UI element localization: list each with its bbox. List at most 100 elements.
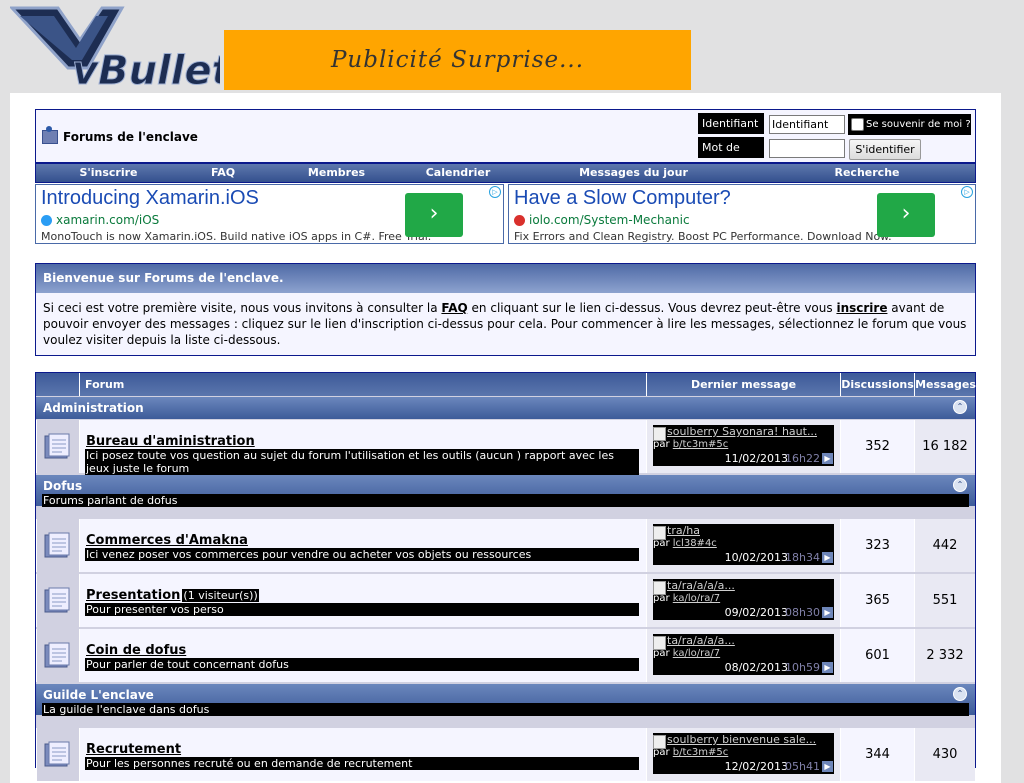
last-post-cell: soulberry Sayonara! haut... par b/tc3m#5c… bbox=[646, 420, 840, 473]
last-post-box: ta/ra/a/a/a... par ka/lo/ra/7 09/02/2013 08… bbox=[653, 579, 834, 620]
forum-name-link[interactable]: Commerces d'Amakna bbox=[86, 533, 248, 548]
collapse-icon[interactable]: ⌃ bbox=[953, 687, 967, 701]
ad-url-text: xamarin.com/iOS bbox=[56, 213, 160, 227]
register-link[interactable]: inscrire bbox=[836, 301, 887, 315]
forum-info-cell: Coin de dofus Pour parler de tout concern… bbox=[79, 629, 646, 682]
category-description: Forums parlant de dofus bbox=[42, 494, 969, 507]
forum-name-link[interactable]: Presentation bbox=[86, 588, 180, 603]
last-post-title[interactable]: ta/ra/a/a/a... bbox=[667, 579, 817, 592]
username-input[interactable] bbox=[769, 115, 845, 134]
nav-search[interactable]: Recherche bbox=[759, 164, 975, 182]
welcome-heading: Bienvenue sur Forums de l'enclave. bbox=[36, 264, 975, 293]
thread-count: 352 bbox=[840, 420, 914, 473]
last-post-author-line: par lcl38#4c bbox=[653, 538, 717, 549]
forum-status-cell bbox=[36, 519, 79, 572]
ad-go-button[interactable]: › bbox=[405, 193, 463, 237]
adchoices-icon[interactable]: ▷ bbox=[961, 186, 973, 198]
remember-me-checkbox[interactable] bbox=[851, 118, 864, 131]
post-count: 551 bbox=[914, 574, 975, 627]
forum-info-cell: Presentation (1 visiteur(s)) Pour presente… bbox=[79, 574, 646, 627]
last-post-user[interactable]: ka/lo/ra/7 bbox=[673, 593, 720, 604]
collapse-icon[interactable]: ⌃ bbox=[953, 400, 967, 414]
forum-info-cell: Commerces d'Amakna Ici venez poser vos co… bbox=[79, 519, 646, 572]
adchoices-icon[interactable]: ▷ bbox=[489, 186, 501, 198]
category-description: La guilde l'enclave dans dofus bbox=[42, 703, 969, 716]
ad-go-button[interactable]: › bbox=[877, 193, 935, 237]
go-to-last-post-icon[interactable]: ▶ bbox=[822, 552, 833, 563]
last-post-box: tra/ha par lcl38#4c 10/02/2013 18h34 ▶ bbox=[653, 524, 834, 565]
forum-info-cell: Recrutement Pour les personnes recruté ou… bbox=[79, 728, 646, 781]
password-input[interactable] bbox=[769, 139, 845, 158]
category-title[interactable]: Guilde L'enclave bbox=[43, 688, 154, 702]
ad-url[interactable]: iolo.com/System-Mechanic bbox=[514, 213, 690, 227]
nav-faq[interactable]: FAQ bbox=[181, 164, 265, 182]
last-post-user[interactable]: ka/lo/ra/7 bbox=[673, 648, 720, 659]
remember-me[interactable]: Se souvenir de moi ? bbox=[848, 114, 971, 135]
vbulletin-logo[interactable]: vBulletin bbox=[10, 6, 220, 90]
last-post-author-line: par ka/lo/ra/7 bbox=[653, 648, 720, 659]
ad-description: Fix Errors and Clean Registry. Boost PC … bbox=[514, 230, 892, 243]
last-post-time: 18h34 bbox=[785, 551, 820, 564]
forum-title[interactable]: Forums de l'enclave bbox=[63, 130, 198, 144]
nav-members[interactable]: Membres bbox=[265, 164, 408, 182]
go-to-last-post-icon[interactable]: ▶ bbox=[822, 607, 833, 618]
last-post-by: par bbox=[653, 439, 670, 450]
forum-description: Pour les personnes recruté ou en demande… bbox=[85, 757, 639, 770]
last-post-author-line: par b/tc3m#5c bbox=[653, 747, 728, 758]
last-post-title[interactable]: soulberry Sayonara! haut... bbox=[667, 425, 817, 438]
go-to-last-post-icon[interactable]: ▶ bbox=[822, 453, 833, 464]
forum-name-link[interactable]: Recrutement bbox=[86, 742, 181, 757]
last-post-title[interactable]: tra/ha bbox=[667, 524, 817, 537]
col-last-post: Dernier message bbox=[646, 373, 840, 396]
ad-banner[interactable]: Publicité Surprise... bbox=[224, 30, 691, 90]
last-post-time: 16h22 bbox=[785, 452, 820, 465]
category-header[interactable]: Administration ⌃ bbox=[36, 397, 975, 419]
forum-viewers: (1 visiteur(s)) bbox=[182, 589, 259, 602]
last-post-user[interactable]: lcl38#4c bbox=[673, 538, 717, 549]
forum-row: Bureau d'aministration Ici posez toute vo… bbox=[36, 420, 975, 475]
last-post-title[interactable]: soulberry bienvenue sale... bbox=[667, 733, 817, 746]
ad-url[interactable]: xamarin.com/iOS bbox=[41, 213, 159, 227]
nav-todays-posts[interactable]: Messages du jour bbox=[508, 164, 759, 182]
forum-status-icon bbox=[44, 642, 70, 668]
last-post-date: 10/02/2013 bbox=[724, 551, 788, 564]
last-post-author-line: par ka/lo/ra/7 bbox=[653, 593, 720, 604]
forum-description: Ici venez poser vos commerces pour vendr… bbox=[85, 548, 639, 561]
category-header[interactable]: Dofus Forums parlant de dofus ⌃ bbox=[36, 475, 975, 507]
forum-home-icon[interactable] bbox=[42, 126, 58, 144]
forum-info-cell: Bureau d'aministration Ici posez toute vo… bbox=[79, 420, 646, 475]
last-post-user[interactable]: b/tc3m#5c bbox=[673, 439, 728, 450]
login-button[interactable]: S'identifier bbox=[849, 139, 921, 160]
ad-title[interactable]: Introducing Xamarin.iOS bbox=[41, 187, 259, 210]
collapse-icon[interactable]: ⌃ bbox=[953, 478, 967, 492]
post-count: 430 bbox=[914, 728, 975, 781]
ad-xamarin[interactable]: Introducing Xamarin.iOS xamarin.com/iOS … bbox=[35, 184, 504, 244]
last-post-date: 09/02/2013 bbox=[724, 606, 788, 619]
thread-count: 365 bbox=[840, 574, 914, 627]
category-title[interactable]: Administration bbox=[43, 401, 144, 415]
forum-name-wrap: Bureau d'aministration bbox=[86, 434, 255, 449]
category-title[interactable]: Dofus bbox=[43, 479, 82, 493]
logo-text: vBulletin bbox=[72, 48, 220, 90]
last-post-cell: tra/ha par lcl38#4c 10/02/2013 18h34 ▶ bbox=[646, 519, 840, 572]
category-header[interactable]: Guilde L'enclave La guilde l'enclave dans… bbox=[36, 684, 975, 716]
forum-description: Pour presenter vos perso bbox=[85, 603, 639, 616]
forum-name-link[interactable]: Coin de dofus bbox=[86, 643, 186, 658]
forum-name-wrap: Coin de dofus bbox=[86, 643, 186, 658]
nav-register[interactable]: S'inscrire bbox=[36, 164, 181, 182]
last-post-title[interactable]: ta/ra/a/a/a... bbox=[667, 634, 817, 647]
col-threads: Discussions bbox=[840, 373, 914, 396]
faq-link[interactable]: FAQ bbox=[441, 301, 467, 315]
go-to-last-post-icon[interactable]: ▶ bbox=[822, 662, 833, 673]
go-to-last-post-icon[interactable]: ▶ bbox=[822, 761, 833, 772]
breadcrumb: Forums de l'enclave bbox=[42, 126, 198, 144]
ad-iolo[interactable]: Have a Slow Computer? iolo.com/System-Me… bbox=[508, 184, 976, 244]
forum-name-link[interactable]: Bureau d'aministration bbox=[86, 434, 255, 449]
forum-status-cell bbox=[36, 574, 79, 627]
forum-status-icon bbox=[44, 532, 70, 558]
last-post-user[interactable]: b/tc3m#5c bbox=[673, 747, 728, 758]
col-forum: Forum bbox=[79, 373, 645, 396]
ad-title[interactable]: Have a Slow Computer? bbox=[514, 187, 731, 210]
banner-text: Publicité Surprise... bbox=[330, 47, 585, 73]
nav-calendar[interactable]: Calendrier bbox=[408, 164, 508, 182]
